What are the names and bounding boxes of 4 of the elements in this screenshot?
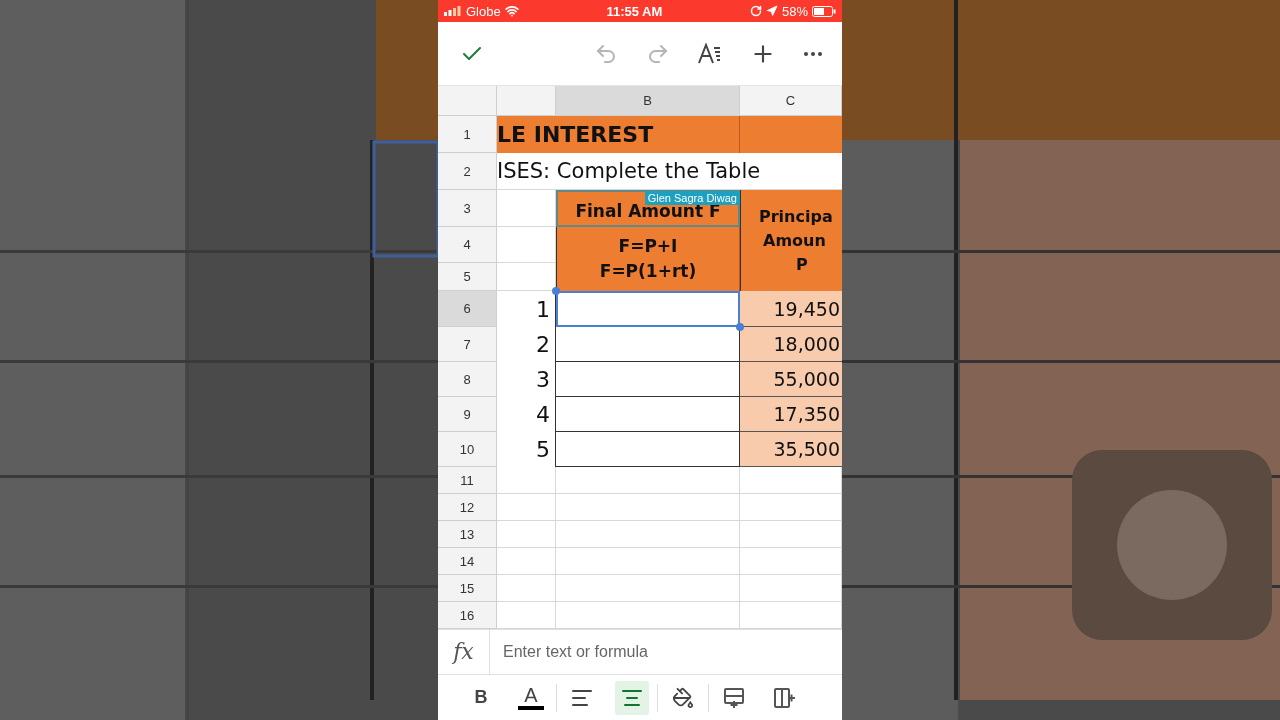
battery-percent: 58% [781, 3, 808, 19]
carrier-name: Globe [466, 3, 501, 19]
clock: 11:55 AM [606, 3, 663, 19]
collaborator-tooltip: Glen Sagra Diwag [644, 191, 740, 205]
